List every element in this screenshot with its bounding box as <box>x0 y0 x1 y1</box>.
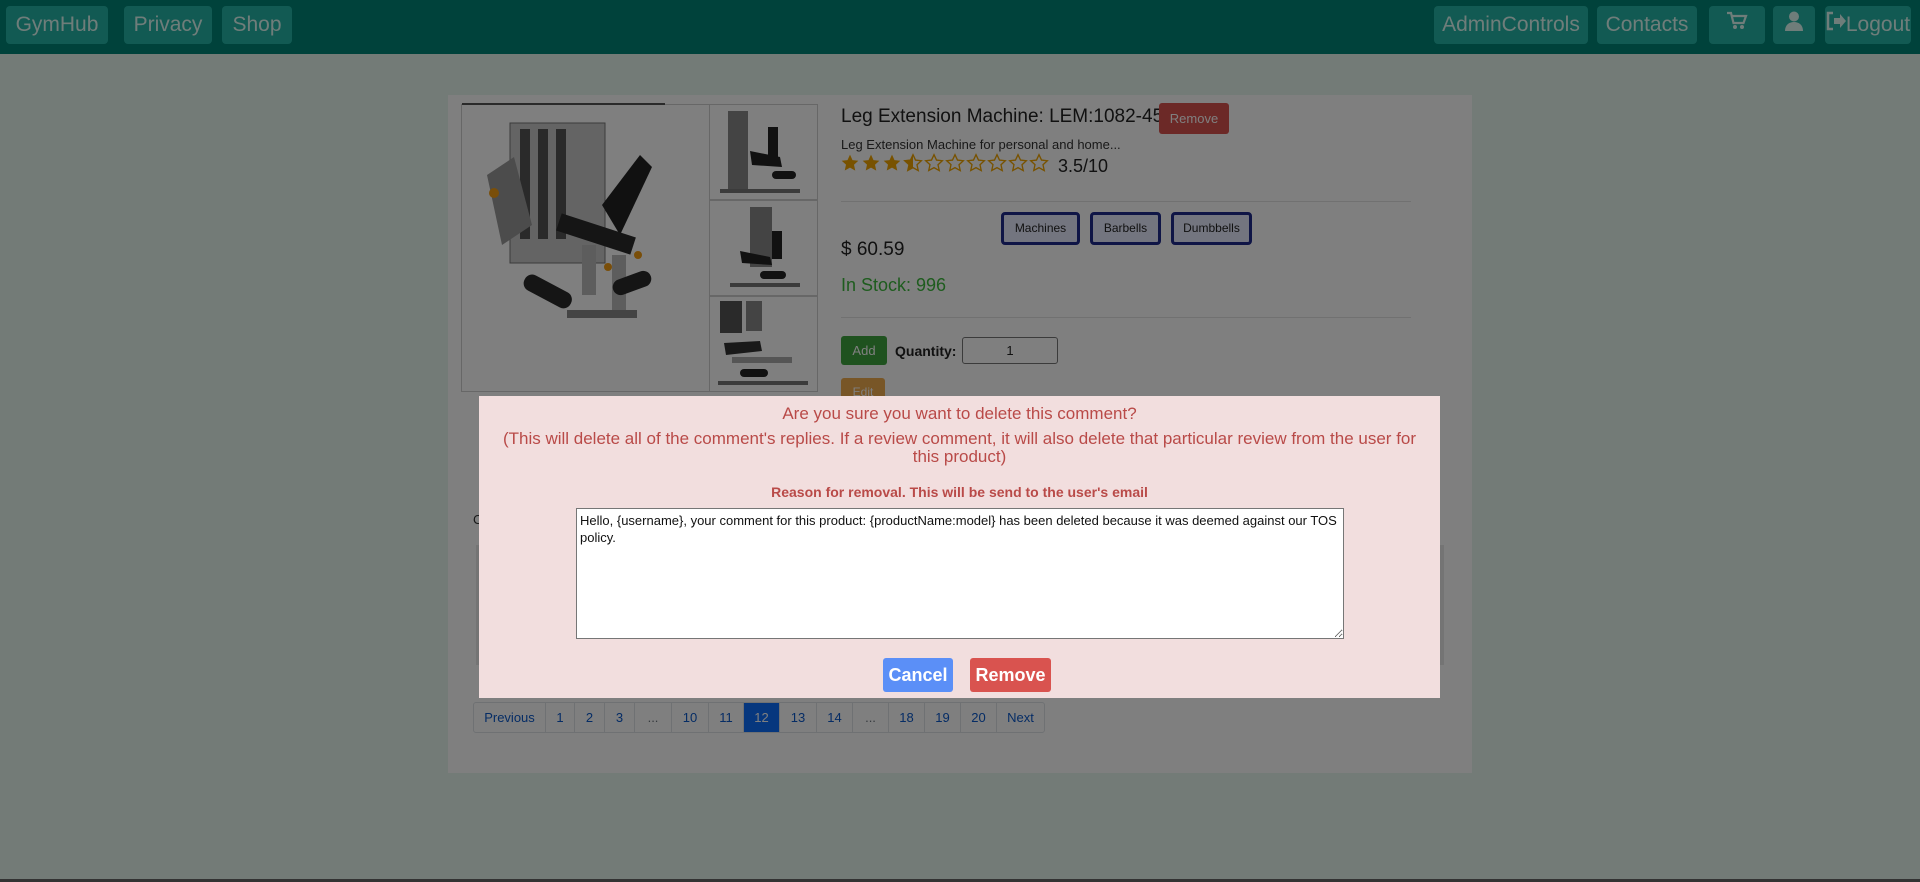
reason-textarea[interactable]: Hello, {username}, your comment for this… <box>576 508 1344 639</box>
cancel-button[interactable]: Cancel <box>883 658 953 692</box>
modal-question: Are you sure you want to delete this com… <box>782 404 1137 423</box>
confirm-remove-button[interactable]: Remove <box>970 658 1051 692</box>
reason-label: Reason for removal. This will be send to… <box>771 484 1148 500</box>
modal-note: (This will delete all of the comment's r… <box>502 429 1417 466</box>
delete-comment-modal: Are you sure you want to delete this com… <box>479 396 1440 698</box>
